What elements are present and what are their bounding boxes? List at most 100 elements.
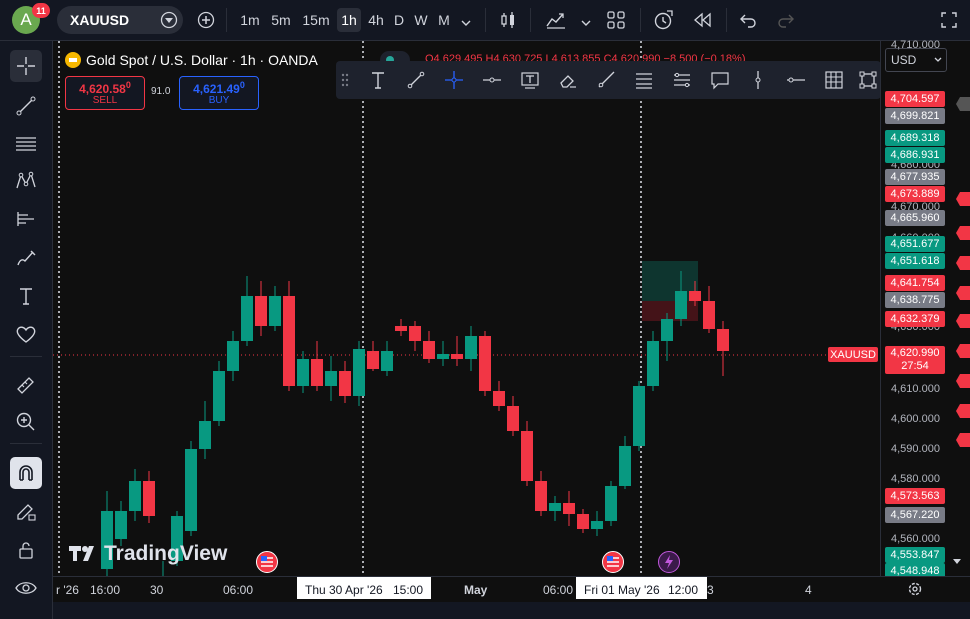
ruler-icon[interactable] xyxy=(10,368,42,400)
candle-body xyxy=(465,336,477,359)
time-tick: 16:00 xyxy=(90,583,121,597)
lightning-event-icon[interactable] xyxy=(658,551,680,573)
alert-flag-icon[interactable] xyxy=(956,344,970,358)
timeframe-15m[interactable]: 15m xyxy=(300,8,332,32)
alert-flag-icon[interactable] xyxy=(956,314,970,328)
price-tick: 4,710.000 xyxy=(891,39,940,51)
candlestick-series xyxy=(53,41,880,581)
alert-flag-icon[interactable] xyxy=(956,433,970,447)
candle-body xyxy=(339,371,351,396)
chevron-down-icon[interactable] xyxy=(580,15,592,26)
timeframe-5m[interactable]: 5m xyxy=(268,8,294,32)
time-tick: May xyxy=(464,583,488,597)
indicators-icon[interactable] xyxy=(545,10,567,30)
time-tick: 4 xyxy=(805,583,812,597)
sell-button[interactable]: 4,620.580 SELL xyxy=(65,76,145,110)
drag-handle-icon[interactable] xyxy=(338,68,352,92)
grid-table-icon[interactable] xyxy=(822,68,846,92)
symbol-name[interactable]: XAUUSD xyxy=(70,12,129,28)
rectangle-select-icon[interactable] xyxy=(856,68,880,92)
candle-body xyxy=(269,296,281,326)
undo-icon[interactable] xyxy=(739,11,757,29)
callout-icon[interactable] xyxy=(708,68,732,92)
timeframe-1m[interactable]: 1m xyxy=(237,8,263,32)
candle-body xyxy=(437,354,449,359)
currency-selector[interactable]: USD xyxy=(885,48,947,72)
candle-body xyxy=(451,354,463,359)
magnet-icon[interactable] xyxy=(10,457,42,489)
alert-flag-icon[interactable] xyxy=(956,226,970,240)
price-level-label: 4,553.847 xyxy=(885,547,945,563)
text-icon[interactable] xyxy=(366,68,390,92)
trend-line-icon[interactable] xyxy=(404,68,428,92)
redo-icon[interactable] xyxy=(777,11,795,29)
horizontal-ray-icon[interactable] xyxy=(480,68,504,92)
time-tick: 3 xyxy=(707,583,714,597)
chart-pane[interactable] xyxy=(53,41,880,581)
candle-body xyxy=(311,359,323,386)
parallel-channel-icon[interactable] xyxy=(670,68,694,92)
replay-icon[interactable] xyxy=(692,11,712,29)
us-flag-event-icon[interactable] xyxy=(602,551,624,573)
alert-flag-icon[interactable] xyxy=(956,256,970,270)
price-tick: 4,590.000 xyxy=(891,443,940,455)
zoom-in-icon[interactable] xyxy=(10,405,42,437)
candle-body xyxy=(577,514,589,529)
alert-flag-icon[interactable] xyxy=(956,404,970,418)
pattern-icon[interactable] xyxy=(10,165,42,197)
lock-icon[interactable] xyxy=(10,534,42,566)
chevron-down-icon[interactable] xyxy=(460,15,472,26)
alert-flag-icon[interactable] xyxy=(956,97,970,111)
fullscreen-icon[interactable] xyxy=(940,11,958,29)
pencil-lock-icon[interactable] xyxy=(10,496,42,528)
alert-flag-icon[interactable] xyxy=(956,286,970,300)
candle-body xyxy=(661,319,673,341)
price-tick: 4,600.000 xyxy=(891,413,940,425)
text-tool-icon[interactable] xyxy=(10,280,42,312)
ray-icon[interactable] xyxy=(594,68,618,92)
settings-gear-icon[interactable] xyxy=(907,581,923,597)
horizontal-line-icon[interactable] xyxy=(784,68,808,92)
tradingview-logo-icon xyxy=(67,543,99,563)
alert-flag-icon[interactable] xyxy=(956,374,970,388)
timeframe-d[interactable]: D xyxy=(391,8,407,32)
horizontal-lines-icon[interactable] xyxy=(10,128,42,160)
scroll-down-icon[interactable] xyxy=(950,555,964,569)
candle-body xyxy=(675,291,687,319)
forecast-icon[interactable] xyxy=(10,203,42,235)
layout-grid-icon[interactable] xyxy=(606,10,626,30)
eraser-icon[interactable] xyxy=(556,68,580,92)
timeframe-m[interactable]: M xyxy=(435,8,453,32)
compare-symbol-icon[interactable] xyxy=(160,11,178,29)
trend-line-icon[interactable] xyxy=(10,90,42,122)
vertical-line-icon[interactable] xyxy=(746,68,770,92)
time-scale[interactable]: r '26 16:00 30 06:00 Thu 30 Apr '26 15:0… xyxy=(53,576,970,603)
add-symbol-icon[interactable] xyxy=(197,11,215,29)
price-level-label: 4,673.889 xyxy=(885,186,945,202)
candles-icon[interactable] xyxy=(498,10,518,30)
brush-icon[interactable] xyxy=(10,242,42,274)
timeframe-4h[interactable]: 4h xyxy=(364,8,388,32)
alert-flag-icon[interactable] xyxy=(956,192,970,206)
price-scale[interactable]: USD 4,710.0004,680.0004,670.0004,660.000… xyxy=(880,39,970,579)
candle-body xyxy=(507,406,519,431)
buy-button[interactable]: 4,621.490 BUY xyxy=(179,76,259,110)
crosshair-icon[interactable] xyxy=(10,50,42,82)
price-level-label: 4,651.677 xyxy=(885,236,945,252)
alert-clock-icon[interactable] xyxy=(652,9,674,31)
bottom-panel-bar xyxy=(53,602,970,619)
crosshair-time-label: Fri 01 May '26 12:00 xyxy=(576,577,707,599)
us-flag-event-icon[interactable] xyxy=(256,551,278,573)
timeframe-1h[interactable]: 1h xyxy=(337,8,361,32)
candle-body xyxy=(395,326,407,331)
chart-legend-title[interactable]: Gold Spot / U.S. Dollar · 1h · OANDA xyxy=(86,52,318,68)
cross-line-icon[interactable] xyxy=(442,68,466,92)
candle-body xyxy=(423,341,435,359)
crosshair-time: 12:00 xyxy=(668,583,699,597)
heart-icon[interactable] xyxy=(10,318,42,350)
eye-icon[interactable] xyxy=(10,572,42,604)
timeframe-w[interactable]: W xyxy=(412,8,430,32)
text-box-icon[interactable] xyxy=(518,68,542,92)
fib-retracement-icon[interactable] xyxy=(632,68,656,92)
gold-symbol-icon xyxy=(65,52,81,68)
